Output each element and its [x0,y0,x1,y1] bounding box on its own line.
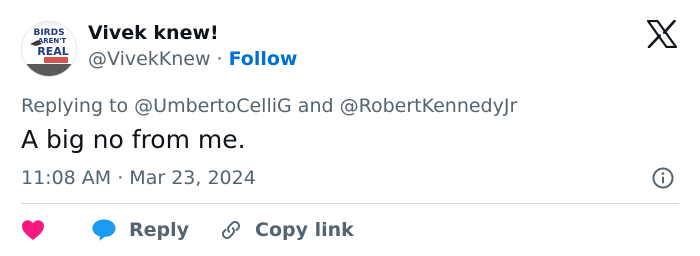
avatar-image: BIRDS AREN'T REAL [22,22,76,76]
display-name[interactable]: Vivek knew! [88,22,219,44]
reply-context: Replying to @UmbertoCelliG and @RobertKe… [21,95,517,117]
tweet-card: BIRDS AREN'T REAL Vivek knew! @VivekKnew… [0,0,700,256]
copy-link-button[interactable]: Copy link [219,218,354,242]
link-icon [222,221,240,239]
reply-label: Reply [129,219,190,241]
avatar[interactable]: BIRDS AREN'T REAL [21,21,77,77]
user-handle[interactable]: @VivekKnew [88,48,211,70]
heart-icon [22,220,44,240]
x-logo-icon[interactable] [647,20,677,48]
like-button[interactable] [21,219,51,241]
speech-bubble-icon [92,219,116,241]
separator-dot: · [216,48,223,70]
avatar-text-line3: REAL [37,45,69,58]
mention-link-1[interactable]: @UmbertoCelliG [134,95,292,117]
mention-link-2[interactable]: @RobertKennedyJr [340,95,518,117]
avatar-text-line2: AREN'T [38,37,67,45]
follow-button[interactable]: Follow [229,48,298,70]
reply-button[interactable]: Reply [91,218,189,242]
action-bar: Reply Copy link [21,214,354,246]
divider [21,203,679,204]
tweet-text: A big no from me. [21,125,246,154]
tweet-timestamp[interactable]: 11:08 AM · Mar 23, 2024 [21,167,256,189]
handle-row: @VivekKnew · Follow [88,48,297,70]
copy-link-label: Copy link [255,219,354,241]
info-icon[interactable] [651,166,675,190]
reply-context-conjunction: and [297,95,334,117]
reply-context-prefix: Replying to [21,95,129,117]
